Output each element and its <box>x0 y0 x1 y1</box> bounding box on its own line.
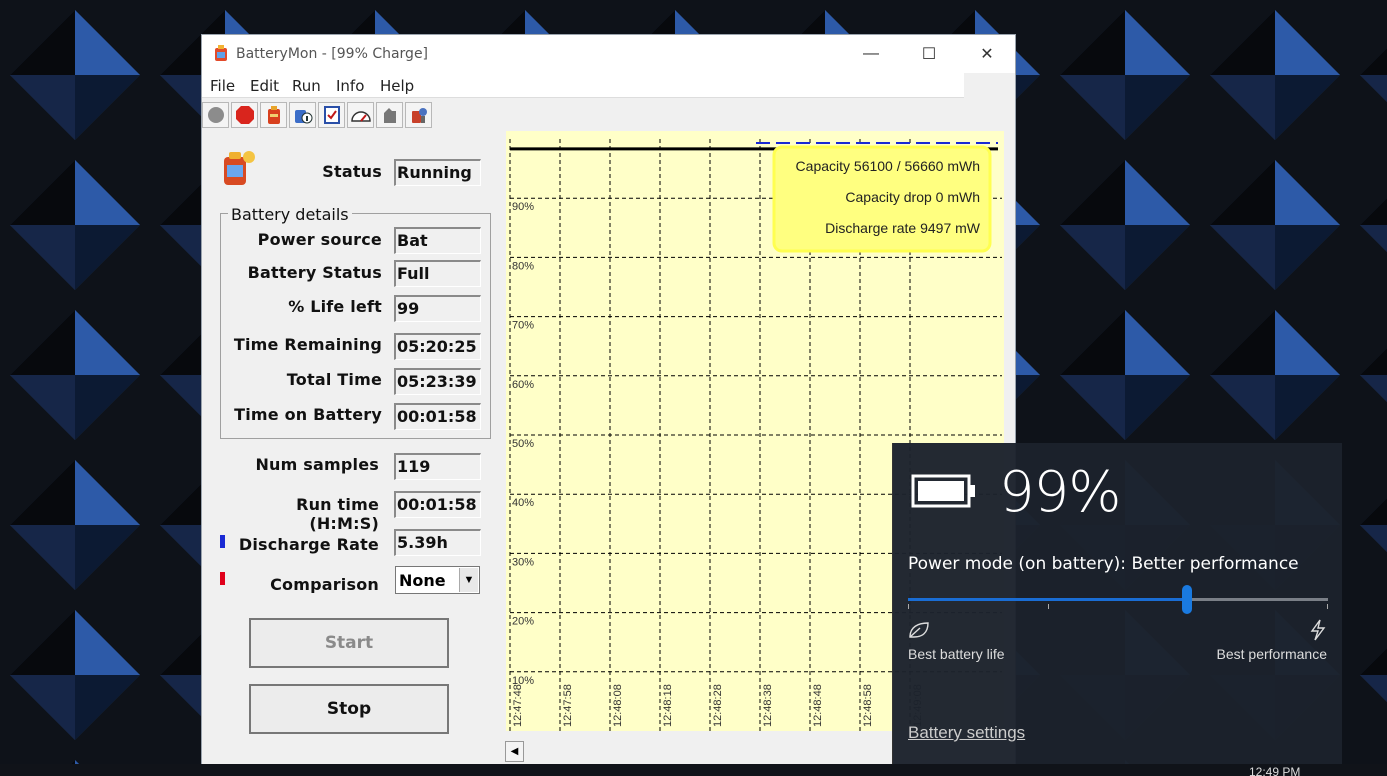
record-icon <box>207 107 224 123</box>
y-tick-label: 20% <box>512 616 534 628</box>
y-tick-label: 90% <box>512 201 534 213</box>
power-mode-text: Power mode (on battery): Better performa… <box>908 554 1299 574</box>
y-tick-label: 70% <box>512 320 534 332</box>
battery-percent: 99% <box>999 460 1121 525</box>
power-mode-slider-thumb[interactable] <box>1182 585 1193 614</box>
maximize-icon: ☐ <box>921 46 937 63</box>
menu-run[interactable]: Run <box>292 77 321 95</box>
chart-scroll-left-button[interactable]: ◀ <box>505 741 524 762</box>
minimize-icon: — <box>863 45 879 62</box>
x-tick-label: 12:48:48 <box>812 684 824 727</box>
life-left-field: 99 <box>394 295 481 322</box>
maximize-button[interactable]: ☐ <box>900 35 958 73</box>
battery-icon <box>911 474 975 508</box>
window-title: BatteryMon - [99% Charge] <box>236 46 429 62</box>
leaf-icon <box>909 622 929 638</box>
close-icon: ✕ <box>980 46 994 63</box>
battery-flyout: 99% Power mode (on battery): Better perf… <box>892 443 1342 776</box>
gauge-button[interactable] <box>347 102 374 128</box>
num-samples-field: 119 <box>394 453 481 480</box>
checklist-icon <box>323 106 340 124</box>
y-tick-label: 80% <box>512 260 534 272</box>
total-time-field: 05:23:39 <box>394 368 481 395</box>
settings-icon <box>411 108 427 123</box>
y-tick-label: 50% <box>512 438 534 450</box>
batterymon-app-icon <box>215 45 227 61</box>
x-tick-label: 12:47:58 <box>562 684 574 727</box>
stop-button-large[interactable]: Stop <box>249 684 449 734</box>
num-samples-label: Num samples <box>255 455 379 474</box>
power-source-field: Bat <box>394 227 481 254</box>
y-tick-label: 30% <box>512 556 534 568</box>
status-field: Running <box>394 159 481 186</box>
time-on-battery-field: 00:01:58 <box>394 403 481 430</box>
best-performance-label: Best performance <box>1216 646 1328 662</box>
settings-button[interactable] <box>405 102 432 128</box>
comparison-rate-label: Comparison Rat <box>270 575 379 593</box>
record-button[interactable] <box>202 102 229 128</box>
x-tick-label: 12:48:18 <box>662 684 674 727</box>
status-label: Status <box>322 162 382 181</box>
slider-tick <box>1327 604 1328 609</box>
menu-help[interactable]: Help <box>380 77 414 95</box>
menu-info[interactable]: Info <box>336 77 364 95</box>
capacity-drop-text: Capacity drop 0 mWh <box>845 189 980 205</box>
battery-info-button[interactable] <box>289 102 316 128</box>
time-remaining-label: Time Remaining <box>233 335 382 354</box>
battery-details-title: Battery details <box>228 205 352 224</box>
power-mode-slider-fill <box>908 598 1188 601</box>
power-mode-slider[interactable] <box>908 598 1328 601</box>
x-tick-label: 12:48:38 <box>762 684 774 727</box>
x-tick-label: 12:48:58 <box>862 684 874 727</box>
menu-bar: File Edit Run Info Help <box>202 73 964 98</box>
total-time-label: Total Time <box>286 370 382 389</box>
best-battery-life-label: Best battery life <box>908 646 1005 662</box>
x-tick-label: 12:48:28 <box>712 684 724 727</box>
close-button[interactable]: ✕ <box>958 35 1015 73</box>
title-bar[interactable]: BatteryMon - [99% Charge] — ☐ ✕ <box>202 35 1015 73</box>
checklist-button[interactable] <box>318 102 345 128</box>
chevron-down-icon[interactable]: ▼ <box>459 568 478 592</box>
comparison-select[interactable]: None ▼ <box>395 566 480 594</box>
menu-file[interactable]: File <box>210 77 235 95</box>
comparison-select-value: None <box>399 571 446 590</box>
life-left-label: % Life left <box>288 297 382 316</box>
battery-status-field: Full <box>394 260 481 287</box>
toolbar <box>202 99 1015 131</box>
x-tick-label: 12:47:48 <box>512 684 524 727</box>
taskbar <box>0 764 1387 776</box>
pointer-button[interactable] <box>376 102 403 128</box>
y-tick-label: 60% <box>512 379 534 391</box>
battery-icon <box>267 106 280 124</box>
run-time-field: 00:01:58 <box>394 491 481 518</box>
slider-tick <box>908 604 909 609</box>
capacity-text: Capacity 56100 / 56660 mWh <box>796 158 980 174</box>
x-tick-label: 12:48:08 <box>612 684 624 727</box>
time-remaining-field: 05:20:25 <box>394 333 481 360</box>
menu-edit[interactable]: Edit <box>250 77 279 95</box>
stop-icon <box>235 106 254 124</box>
battery-status-label: Battery Status <box>247 263 382 282</box>
battery-info-icon <box>294 110 312 124</box>
slider-tick <box>1048 604 1049 609</box>
battery-settings-link[interactable]: Battery settings <box>908 723 1025 743</box>
run-time-label: Run time (H:M:S) <box>296 495 379 533</box>
comparison-rate-marker <box>220 572 225 585</box>
discharge-rate-field: 5.39h <box>394 529 481 556</box>
y-tick-label: 40% <box>512 497 534 509</box>
battery-button[interactable] <box>260 102 287 128</box>
lightning-icon <box>1310 619 1326 641</box>
minimize-button[interactable]: — <box>842 35 900 73</box>
taskbar-clock[interactable]: 12:49 PM <box>1249 765 1300 776</box>
discharge-rate-text: Discharge rate 9497 mW <box>825 220 981 236</box>
gauge-icon <box>350 111 371 122</box>
stop-button[interactable] <box>231 102 258 128</box>
pointer-icon <box>383 108 396 123</box>
discharge-rate-label: Discharge Rate <box>238 535 379 554</box>
start-button[interactable]: Start <box>249 618 449 668</box>
time-on-battery-label: Time on Battery <box>234 405 382 424</box>
power-source-label: Power source <box>257 230 382 249</box>
